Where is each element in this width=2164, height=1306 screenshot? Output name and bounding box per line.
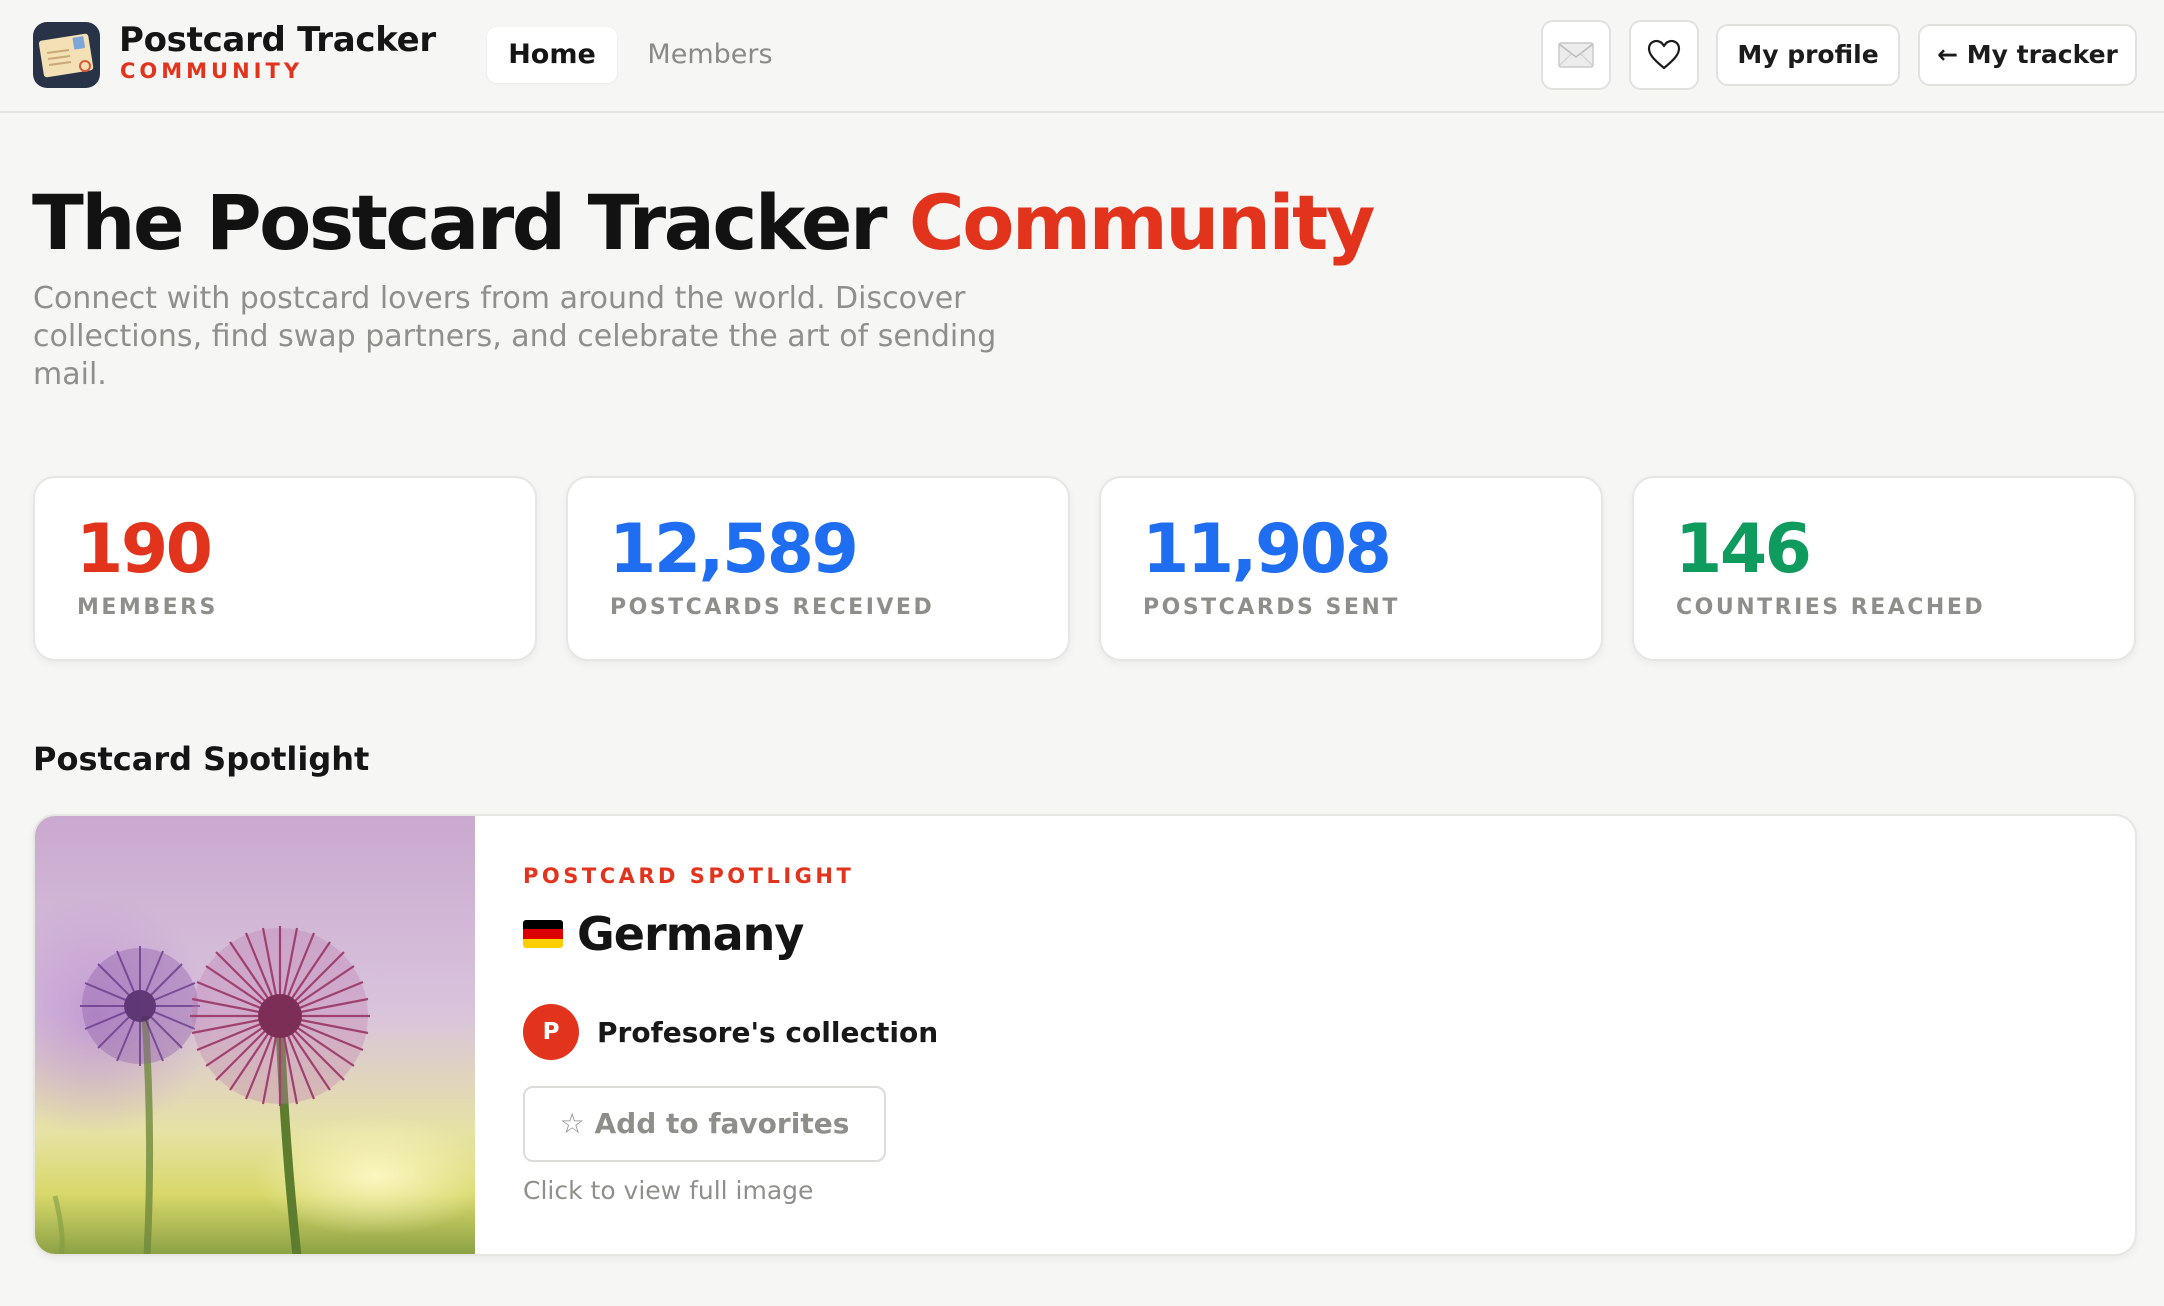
my-profile-button[interactable]: My profile — [1716, 24, 1900, 86]
brand-title[interactable]: Postcard Tracker — [119, 20, 436, 60]
spotlight-country: Germany — [523, 904, 804, 964]
view-full-image-hint: Click to view full image — [523, 1176, 814, 1205]
top-navigation-bar: Postcard Tracker COMMUNITY Home Members … — [0, 0, 2164, 113]
postcard-icon[interactable] — [33, 22, 100, 88]
stat-label: COUNTRIES REACHED — [1676, 595, 1986, 620]
stat-value: 146 — [1675, 510, 1812, 589]
collection-owner[interactable]: P Profesore's collection — [523, 1004, 938, 1060]
germany-flag-icon — [523, 920, 563, 948]
avatar[interactable]: P — [523, 1004, 579, 1060]
stat-value: 190 — [76, 510, 213, 589]
favorites-button[interactable] — [1629, 20, 1699, 90]
spotlight-card: POSTCARD SPOTLIGHT Germany P Profesore's… — [33, 814, 2137, 1256]
stat-card-postcards-received: 12,589 POSTCARDS RECEIVED — [566, 476, 1070, 661]
add-to-favorites-button[interactable]: ☆ Add to favorites — [523, 1086, 886, 1162]
spotlight-kicker: POSTCARD SPOTLIGHT — [523, 864, 855, 888]
stat-label: MEMBERS — [77, 595, 218, 620]
country-name: Germany — [577, 907, 804, 961]
messages-button[interactable] — [1541, 20, 1611, 90]
stat-card-postcards-sent: 11,908 POSTCARDS SENT — [1099, 476, 1603, 661]
section-title-spotlight: Postcard Spotlight — [33, 740, 370, 778]
nav-tab-members[interactable]: Members — [640, 27, 780, 83]
page-description: Connect with postcard lovers from around… — [33, 281, 997, 392]
stat-label: POSTCARDS RECEIVED — [610, 595, 935, 620]
page-title: The Postcard Tracker Community — [32, 178, 1376, 267]
brand-subtitle: COMMUNITY — [120, 59, 304, 83]
stat-value: 11,908 — [1142, 510, 1392, 589]
owner-collection-link[interactable]: Profesore's collection — [597, 1016, 938, 1049]
page-title-accent: Community — [908, 178, 1376, 267]
spotlight-postcard-image[interactable] — [35, 816, 495, 1254]
stat-card-members: 190 MEMBERS — [33, 476, 537, 661]
page-title-main: The Postcard Tracker — [32, 178, 887, 267]
envelope-icon — [1558, 42, 1594, 68]
heart-icon — [1647, 39, 1681, 70]
my-tracker-button[interactable]: ← My tracker — [1918, 24, 2137, 86]
stat-label: POSTCARDS SENT — [1143, 595, 1400, 620]
nav-tab-home[interactable]: Home — [487, 27, 617, 83]
stat-value: 12,589 — [609, 510, 859, 589]
stat-card-countries-reached: 146 COUNTRIES REACHED — [1632, 476, 2136, 661]
